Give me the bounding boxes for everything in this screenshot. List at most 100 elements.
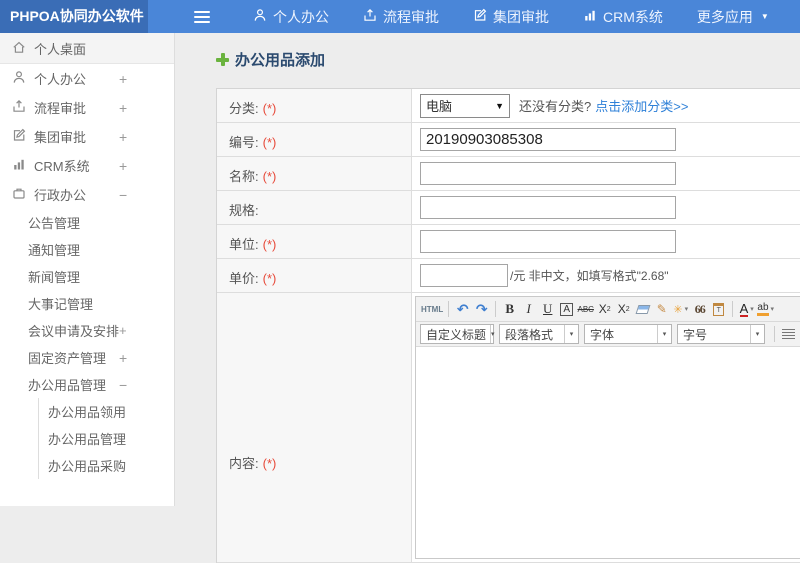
nav-item-group-approval[interactable]: 集团审批 [456, 0, 566, 33]
italic-button[interactable]: I [520, 300, 537, 319]
editor-content-area[interactable] [416, 347, 800, 558]
nav-item-crm[interactable]: CRM系统 [566, 0, 680, 33]
bar-chart-icon [583, 8, 597, 25]
redo-icon[interactable]: ↷ [473, 300, 490, 319]
nav-item-more-apps[interactable]: 更多应用 ▼ [680, 0, 786, 33]
field-label: 分类: [229, 101, 259, 116]
sidebar-subitem-notice-mgmt[interactable]: 通知管理 [0, 236, 174, 263]
main-content: 办公用品添加 分类: (*) 电脑 ▼ 还没有分类? 点击添加分类>> 编号: (*… [176, 33, 800, 563]
sidebar-item-admin-office[interactable]: 行政办公 − [0, 180, 174, 209]
name-input[interactable] [420, 162, 676, 185]
nav-item-label: 个人办公 [273, 8, 329, 25]
form-row-price: 单价: (*) /元 非中文，如填写格式"2.68" [217, 259, 800, 293]
sidebar-subitem-meeting-mgmt[interactable]: 会议申请及安排 + [0, 317, 174, 344]
sidebar-subitem-news-mgmt[interactable]: 新闻管理 [0, 263, 174, 290]
upload-icon [12, 99, 34, 116]
undo-icon[interactable]: ↶ [454, 300, 471, 319]
nav-item-workflow-approval[interactable]: 流程审批 [346, 0, 456, 33]
sidebar-item-personal-desktop[interactable]: 个人桌面 [0, 33, 174, 64]
form-row-category: 分类: (*) 电脑 ▼ 还没有分类? 点击添加分类>> [217, 89, 800, 123]
caret-down-icon: ▼ [760, 12, 769, 21]
underline-button[interactable]: U [539, 300, 556, 319]
blockquote-button[interactable]: 66 [691, 300, 708, 319]
caret-down-icon: ▾ [770, 306, 775, 313]
nav-item-personal-office[interactable]: 个人办公 [236, 0, 346, 33]
caret-down-icon: ▾ [564, 325, 578, 343]
form-row-spec: 规格: [217, 191, 800, 225]
top-bar: PHPOA协同办公软件 个人办公 流程审批 集团审批 CRM系统 更多应用 ▼ [0, 0, 800, 33]
sidebar-leaf-supplies-purchase[interactable]: 办公用品采购 [39, 452, 174, 479]
nav-item-label: 集团审批 [493, 8, 549, 25]
user-icon [12, 70, 34, 87]
form-row-content: 内容: (*) HTML ↶ ↷ B I U A ABC X2 X 2 ✎ ✳ … [217, 293, 800, 563]
font-color-button[interactable]: A ▾ [738, 300, 755, 319]
editor-toolbar-row2: 自定义标题 ▾ 段落格式 ▾ 字体 ▾ 字号 ▾ [416, 322, 800, 347]
sidebar-item-workflow-approval[interactable]: 流程审批 + [0, 93, 174, 122]
price-format-hint: /元 非中文，如填写格式"2.68" [510, 269, 669, 283]
add-supply-form: 分类:(*) 电脑 ▼ 还没有分类? 点击添加分类>> 编号:(*) 名称:(*… [216, 88, 800, 563]
unit-input[interactable] [420, 230, 676, 253]
sidebar-leaf-group: 办公用品领用 办公用品管理 办公用品采购 [38, 398, 174, 479]
strikethrough-button[interactable]: ABC [577, 300, 594, 319]
collapse-icon: − [119, 376, 128, 393]
sidebar-item-group-approval[interactable]: 集团审批 + [0, 122, 174, 151]
bold-button[interactable]: B [501, 300, 518, 319]
auto-typeset-button[interactable]: ✳ ▾ [672, 300, 689, 319]
user-icon [253, 8, 267, 25]
custom-title-dropdown[interactable]: 自定义标题 ▾ [420, 324, 495, 344]
sidebar-subitem-fixed-assets-mgmt[interactable]: 固定资产管理 + [0, 344, 174, 371]
form-row-name: 名称: (*) [217, 157, 800, 191]
html-source-button[interactable]: HTML [421, 300, 443, 319]
price-input[interactable] [420, 264, 508, 287]
expand-icon: + [119, 128, 128, 145]
font-size-dropdown[interactable]: 字号 ▾ [677, 324, 765, 344]
collapse-icon: − [119, 186, 128, 203]
required-marker: (*) [262, 271, 277, 286]
sidebar-item-personal-office[interactable]: 个人办公 + [0, 64, 174, 93]
sidebar-leaf-supplies-management[interactable]: 办公用品管理 [39, 425, 174, 452]
rich-text-editor: HTML ↶ ↷ B I U A ABC X2 X2 ✎ ✳ ▾ 66 T A … [415, 296, 800, 559]
nav-item-label: CRM系统 [603, 8, 663, 25]
form-row-unit: 单位: (*) [217, 225, 800, 259]
required-marker: (*) [262, 135, 277, 150]
sidebar-item-crm[interactable]: CRM系统 + [0, 151, 174, 180]
caret-down-icon: ▾ [750, 325, 764, 343]
eraser-icon[interactable] [634, 300, 651, 319]
edit-icon [12, 128, 34, 145]
sidebar-leaf-supplies-requisition[interactable]: 办公用品领用 [39, 398, 174, 425]
highlight-color-button[interactable]: ab ▾ [757, 300, 774, 319]
app-logo: PHPOA协同办公软件 [0, 0, 148, 33]
sidebar-subitem-office-supplies-mgmt[interactable]: 办公用品管理 − [0, 371, 174, 398]
code-input[interactable] [420, 128, 676, 151]
field-label: 单价: [229, 271, 259, 286]
nav-item-label: 流程审批 [383, 8, 439, 25]
required-marker: (*) [262, 169, 277, 184]
spec-input[interactable] [420, 196, 676, 219]
add-plus-icon [216, 53, 229, 66]
sidebar-subitem-announcement-mgmt[interactable]: 公告管理 [0, 209, 174, 236]
field-label: 名称: [229, 169, 259, 184]
nav-item-label: 更多应用 [696, 8, 753, 25]
category-select[interactable]: 电脑 ▼ [420, 93, 510, 118]
caret-down-icon: ▾ [750, 306, 754, 313]
font-family-dropdown[interactable]: 字体 ▾ [584, 324, 672, 344]
char-border-button[interactable]: A [558, 300, 575, 319]
top-nav: 个人办公 流程审批 集团审批 CRM系统 更多应用 ▼ [236, 0, 786, 33]
sidebar-subitem-events-mgmt[interactable]: 大事记管理 [0, 290, 174, 317]
expand-icon: + [119, 323, 127, 338]
hamburger-menu-icon[interactable] [194, 10, 210, 23]
form-row-code: 编号: (*) [217, 123, 800, 157]
home-icon [12, 40, 34, 57]
subscript-button[interactable]: X2 [615, 300, 632, 319]
align-left-icon[interactable] [780, 325, 797, 344]
required-marker: (*) [262, 101, 277, 116]
paste-icon[interactable]: T [710, 300, 727, 319]
required-marker: (*) [262, 456, 277, 471]
format-brush-icon[interactable]: ✎ [653, 300, 670, 319]
paragraph-format-dropdown[interactable]: 段落格式 ▾ [499, 324, 579, 344]
add-category-link[interactable]: 点击添加分类>> [595, 96, 688, 115]
upload-icon [363, 8, 377, 25]
superscript-button[interactable]: X2 [596, 300, 613, 319]
expand-icon: + [119, 349, 128, 366]
edit-icon [473, 8, 487, 25]
